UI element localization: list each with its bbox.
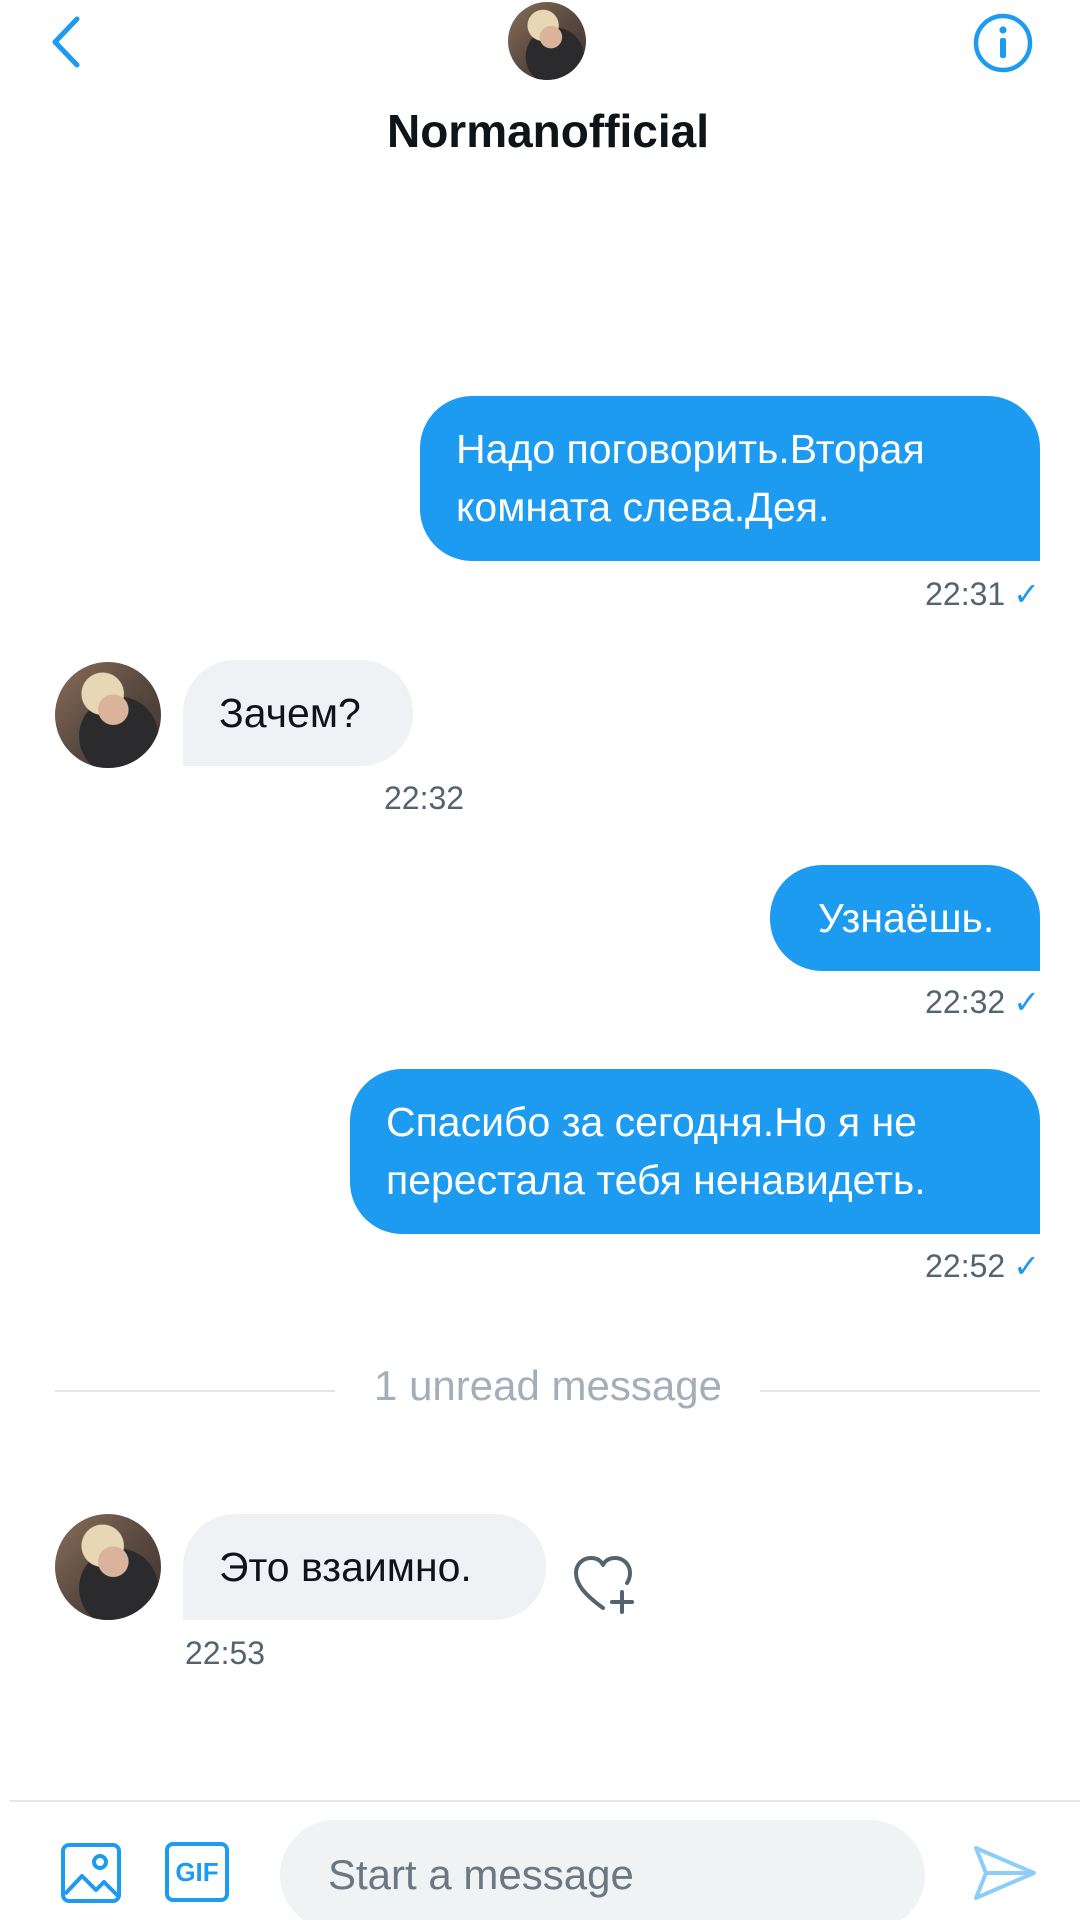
message-bubble-incoming[interactable]: Зачем? [183, 660, 413, 766]
unread-divider-line-right [760, 1390, 1040, 1392]
message-timestamp: 22:32 [384, 780, 465, 816]
back-button[interactable] [40, 10, 92, 74]
info-icon [973, 13, 1033, 73]
message-timestamp: 22:31 ✓ [925, 575, 1040, 613]
read-check-icon: ✓ [1013, 984, 1040, 1020]
composer-separator [10, 1800, 1080, 1802]
send-button[interactable] [972, 1840, 1038, 1906]
message-text: Узнаёшь. [817, 895, 995, 941]
timestamp-text: 22:31 [925, 575, 1006, 612]
add-gif-button[interactable]: GIF [165, 1842, 229, 1902]
like-add-button[interactable] [570, 1550, 640, 1620]
message-text: Спасибо за сегодня.Но я не перестала теб… [386, 1099, 926, 1203]
unread-divider-label: 1 unread message [374, 1362, 722, 1409]
header-avatar[interactable] [508, 2, 586, 80]
sender-avatar[interactable] [55, 662, 161, 768]
read-check-icon: ✓ [1013, 1248, 1040, 1284]
send-icon [974, 1846, 1036, 1900]
message-timestamp: 22:32 ✓ [925, 983, 1040, 1021]
message-timestamp: 22:53 [185, 1635, 266, 1671]
message-text: Это взаимно. [219, 1544, 472, 1590]
message-bubble-outgoing[interactable]: Надо поговорить.Вторая комната слева.Дея… [420, 396, 1040, 561]
message-bubble-outgoing[interactable]: Узнаёшь. [770, 865, 1040, 971]
message-timestamp: 22:52 ✓ [925, 1247, 1040, 1285]
dm-conversation-screen: Normanofficial Надо поговорить.Вторая ко… [0, 0, 1080, 1920]
message-bubble-incoming[interactable]: Это взаимно. [183, 1514, 546, 1620]
message-bubble-outgoing[interactable]: Спасибо за сегодня.Но я не перестала теб… [350, 1069, 1040, 1234]
back-chevron-icon [52, 16, 80, 68]
image-icon [61, 1843, 121, 1903]
sender-avatar[interactable] [55, 1514, 161, 1620]
read-check-icon: ✓ [1013, 576, 1040, 612]
like-add-icon [574, 1556, 634, 1614]
message-input[interactable] [280, 1820, 925, 1920]
add-image-button[interactable] [60, 1842, 122, 1904]
gif-icon: GIF [175, 1856, 219, 1887]
timestamp-text: 22:32 [925, 983, 1006, 1020]
info-button[interactable] [972, 12, 1034, 74]
timestamp-text: 22:52 [925, 1247, 1006, 1284]
message-text: Надо поговорить.Вторая комната слева.Дея… [456, 426, 925, 530]
conversation-title[interactable]: Normanofficial [0, 104, 1080, 158]
message-text: Зачем? [219, 690, 361, 736]
conversation-header: Normanofficial [0, 0, 1080, 180]
